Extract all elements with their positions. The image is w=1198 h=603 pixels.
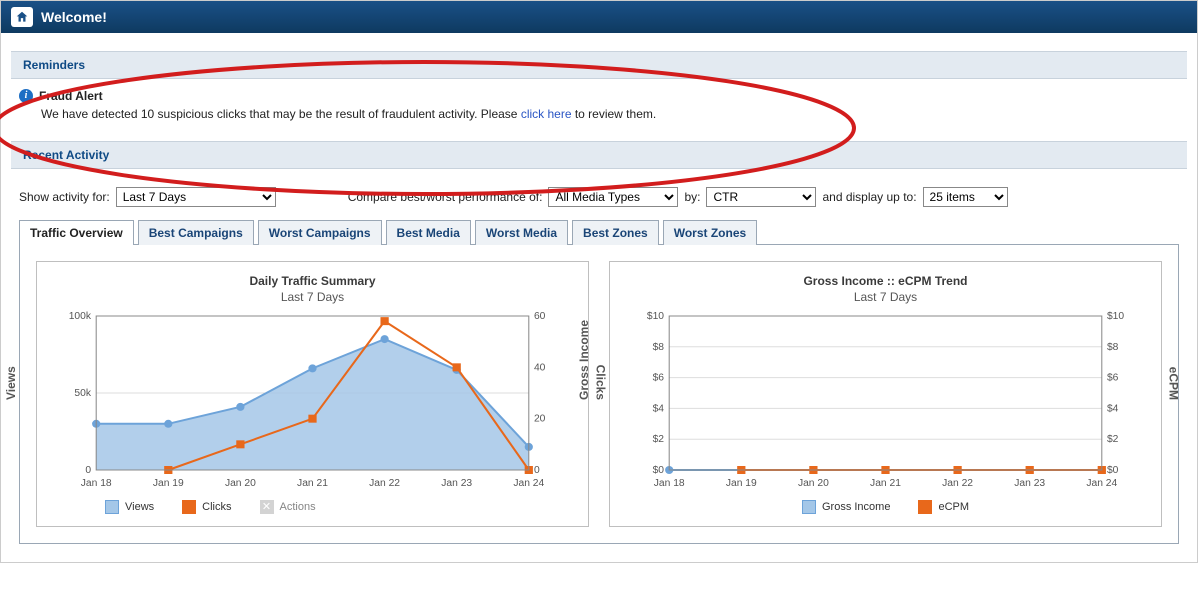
- alert-title: Fraud Alert: [39, 89, 103, 103]
- tab-worst-campaigns[interactable]: Worst Campaigns: [258, 220, 382, 245]
- chart-legend: Views Clicks ✕Actions: [105, 500, 580, 514]
- display-count-select[interactable]: 25 items: [923, 187, 1008, 207]
- compare-media-select[interactable]: All Media Types: [548, 187, 678, 207]
- svg-text:50k: 50k: [74, 388, 92, 399]
- svg-text:Jan 21: Jan 21: [870, 478, 901, 489]
- svg-text:Jan 23: Jan 23: [1014, 478, 1045, 489]
- svg-text:20: 20: [534, 414, 546, 425]
- svg-text:Jan 24: Jan 24: [513, 478, 544, 489]
- performance-tabs: Traffic Overview Best Campaigns Worst Ca…: [19, 219, 1179, 244]
- swatch-icon: [802, 500, 816, 514]
- svg-text:$8: $8: [653, 342, 665, 353]
- page-title: Welcome!: [41, 9, 107, 25]
- tab-worst-media[interactable]: Worst Media: [475, 220, 568, 245]
- legend-gross-income[interactable]: Gross Income: [802, 500, 890, 514]
- tab-best-zones[interactable]: Best Zones: [572, 220, 659, 245]
- svg-text:Jan 18: Jan 18: [81, 478, 112, 489]
- svg-text:$2: $2: [1107, 434, 1119, 445]
- info-icon: i: [19, 89, 33, 103]
- chart-legend: Gross Income eCPM: [618, 500, 1153, 514]
- svg-text:0: 0: [85, 465, 91, 476]
- fraud-review-link[interactable]: click here: [521, 107, 572, 121]
- svg-text:$0: $0: [653, 465, 665, 476]
- svg-text:Jan 20: Jan 20: [225, 478, 256, 489]
- chart-title: Gross Income :: eCPM Trend: [618, 274, 1153, 288]
- chart-title: Daily Traffic Summary: [45, 274, 580, 288]
- tab-worst-zones[interactable]: Worst Zones: [663, 220, 757, 245]
- page-header: Welcome!: [1, 1, 1197, 33]
- svg-text:60: 60: [534, 311, 546, 322]
- svg-text:$6: $6: [1107, 373, 1119, 384]
- by-label: by:: [684, 190, 700, 204]
- legend-clicks[interactable]: Clicks: [182, 500, 231, 514]
- tab-best-campaigns[interactable]: Best Campaigns: [138, 220, 254, 245]
- svg-text:Jan 21: Jan 21: [297, 478, 328, 489]
- legend-actions-disabled[interactable]: ✕Actions: [260, 500, 316, 514]
- by-metric-select[interactable]: CTR: [706, 187, 816, 207]
- svg-text:$10: $10: [1107, 311, 1125, 322]
- recent-activity-section-header: Recent Activity: [11, 141, 1187, 169]
- svg-text:100k: 100k: [69, 311, 92, 322]
- show-activity-label: Show activity for:: [19, 190, 110, 204]
- daily-traffic-chart: Daily Traffic Summary Last 7 Days Views …: [36, 261, 589, 527]
- svg-text:0: 0: [534, 465, 540, 476]
- chart-subtitle: Last 7 Days: [45, 290, 580, 304]
- svg-text:$10: $10: [647, 311, 665, 322]
- right-axis-label: Clicks: [593, 365, 607, 400]
- svg-text:40: 40: [534, 362, 546, 373]
- compare-label: Compare best/worst performance of:: [348, 190, 543, 204]
- svg-text:Jan 19: Jan 19: [726, 478, 757, 489]
- chart-svg: $0 $2 $4 $6 $8 $10 $0 $2 $4 $6 $8 $10 Jan 18 Jan 19 Ja…: [628, 310, 1143, 490]
- swatch-icon: [918, 500, 932, 514]
- chart-subtitle: Last 7 Days: [618, 290, 1153, 304]
- home-icon: [11, 7, 33, 27]
- svg-text:$8: $8: [1107, 342, 1119, 353]
- right-axis-label: eCPM: [1166, 367, 1180, 400]
- income-ecpm-chart: Gross Income :: eCPM Trend Last 7 Days G…: [609, 261, 1162, 527]
- swatch-icon: [105, 500, 119, 514]
- svg-text:$6: $6: [653, 373, 665, 384]
- swatch-icon: [182, 500, 196, 514]
- tab-traffic-overview[interactable]: Traffic Overview: [19, 220, 134, 245]
- show-activity-select[interactable]: Last 7 Days: [116, 187, 276, 207]
- svg-text:$2: $2: [653, 434, 665, 445]
- svg-text:Jan 18: Jan 18: [654, 478, 685, 489]
- traffic-overview-panel: Daily Traffic Summary Last 7 Days Views …: [19, 244, 1179, 544]
- legend-views[interactable]: Views: [105, 500, 154, 514]
- legend-ecpm[interactable]: eCPM: [918, 500, 969, 514]
- display-up-to-label: and display up to:: [822, 190, 916, 204]
- disabled-swatch-icon: ✕: [260, 500, 274, 514]
- reminders-section-header: Reminders: [11, 51, 1187, 79]
- svg-text:Jan 24: Jan 24: [1086, 478, 1117, 489]
- left-axis-label: Views: [4, 366, 18, 400]
- svg-text:$4: $4: [1107, 404, 1119, 415]
- left-axis-label: Gross Income: [577, 320, 591, 400]
- svg-text:Jan 22: Jan 22: [942, 478, 973, 489]
- tab-best-media[interactable]: Best Media: [386, 220, 471, 245]
- svg-text:$0: $0: [1107, 465, 1119, 476]
- svg-text:Jan 20: Jan 20: [798, 478, 829, 489]
- chart-svg: 0 50k 100k 0 20 40 60 Jan 18 Jan 19 Jan 20 Jan 21 J…: [55, 310, 570, 490]
- svg-text:Jan 22: Jan 22: [369, 478, 400, 489]
- alert-text: We have detected 10 suspicious clicks th…: [41, 107, 1179, 121]
- svg-text:Jan 23: Jan 23: [441, 478, 472, 489]
- activity-controls: Show activity for: Last 7 Days Compare b…: [19, 187, 1179, 207]
- fraud-alert-block: i Fraud Alert We have detected 10 suspic…: [19, 89, 1179, 121]
- svg-text:Jan 19: Jan 19: [153, 478, 184, 489]
- svg-text:$4: $4: [653, 404, 665, 415]
